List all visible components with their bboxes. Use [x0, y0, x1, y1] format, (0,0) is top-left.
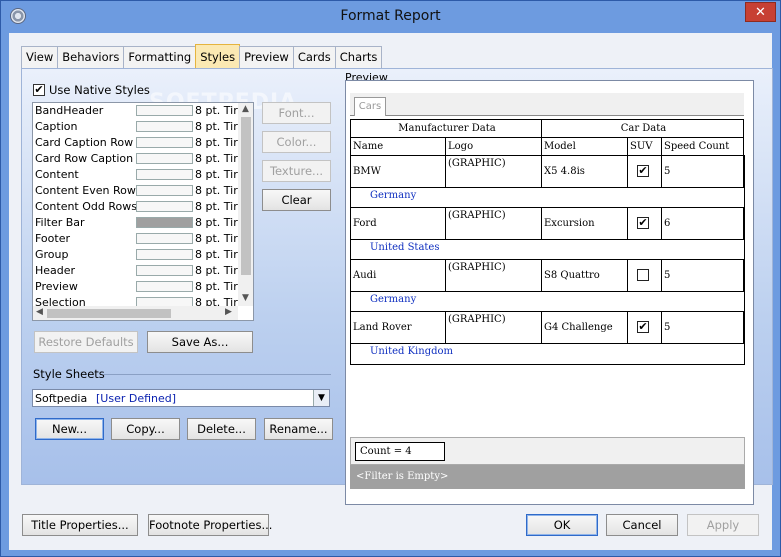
style-swatch	[136, 201, 193, 212]
list-item[interactable]: Card Caption Row 8 pt. Tir	[33, 135, 238, 151]
tab-behaviors[interactable]: Behaviors	[57, 46, 125, 68]
footnote-properties-button[interactable]: Footnote Properties...	[148, 514, 272, 536]
format-report-window: Format Report ✕ View Behaviors Formattin…	[0, 0, 781, 557]
tab-preview[interactable]: Preview	[239, 46, 294, 68]
suv-checkbox[interactable]	[637, 269, 649, 281]
style-swatch	[136, 137, 193, 148]
band-header-manufacturer: Manufacturer Data	[350, 119, 542, 138]
restore-defaults-button[interactable]: Restore Defaults	[34, 331, 138, 353]
style-swatch	[136, 249, 193, 260]
vertical-scrollbar[interactable]: ▲ ▼	[238, 103, 253, 306]
styles-list[interactable]: BandHeader 8 pt. Tir Caption 8 pt. Tir Car…	[32, 102, 254, 321]
band-header-car: Car Data	[541, 119, 744, 138]
scroll-left-icon[interactable]: ◀	[36, 307, 43, 317]
group-country: United Kingdom	[370, 346, 453, 357]
clear-button[interactable]: Clear	[262, 189, 331, 211]
count-summary: Count = 4	[355, 442, 445, 461]
apply-button[interactable]: Apply	[687, 514, 759, 536]
style-swatch	[136, 153, 193, 164]
title-properties-button[interactable]: Title Properties...	[22, 514, 138, 536]
list-item[interactable]: Footer 8 pt. Tir	[33, 231, 238, 247]
use-native-styles-checkbox[interactable]: ✔	[33, 84, 45, 96]
texture-button[interactable]: Texture...	[262, 160, 331, 182]
tab-cards[interactable]: Cards	[292, 46, 336, 68]
preview-grid: Manufacturer Data Car Data Name Logo Mod…	[350, 119, 745, 437]
column-header-name: Name	[350, 137, 446, 156]
tab-charts[interactable]: Charts	[334, 46, 383, 68]
save-as-button[interactable]: Save As...	[147, 331, 253, 353]
style-sheet-name: Softpedia	[35, 392, 88, 405]
list-item[interactable]: Caption 8 pt. Tir	[33, 119, 238, 135]
copy-button[interactable]: Copy...	[111, 418, 180, 440]
chevron-down-icon[interactable]: ▼	[313, 390, 329, 406]
grid-bottom-border	[350, 364, 745, 365]
suv-checkbox[interactable]: ✔	[637, 321, 649, 333]
tab-formatting[interactable]: Formatting	[123, 46, 197, 68]
style-sheets-label: Style Sheets	[33, 367, 105, 381]
style-swatch	[136, 233, 193, 244]
filter-bar[interactable]: <Filter is Empty>	[350, 465, 745, 489]
styles-tab-panel: SOFTPEDIA ✔ Use Native Styles BandHeader…	[21, 68, 773, 505]
column-header-logo: Logo	[445, 137, 542, 156]
style-sheet-select[interactable]: Softpedia [User Defined] ▼	[32, 389, 330, 407]
vertical-scroll-thumb[interactable]	[241, 117, 251, 275]
style-swatch	[136, 121, 193, 132]
scroll-down-icon[interactable]: ▼	[242, 293, 249, 303]
style-sheets-divider	[103, 374, 331, 375]
use-native-styles-label: Use Native Styles	[49, 83, 150, 97]
column-header-suv: SUV	[627, 137, 662, 156]
preview-footer: Count = 4	[350, 437, 745, 465]
horizontal-scrollbar[interactable]: ◀ ▶	[33, 306, 238, 320]
style-swatch	[136, 265, 193, 276]
list-item[interactable]: Card Row Caption 8 pt. Tir	[33, 151, 238, 167]
tab-bar: View Behaviors Formatting Styles Preview…	[21, 44, 383, 68]
suv-checkbox[interactable]: ✔	[637, 165, 649, 177]
list-item[interactable]: BandHeader 8 pt. Tir	[33, 103, 238, 119]
suv-checkbox[interactable]: ✔	[637, 217, 649, 229]
window-title: Format Report	[340, 8, 441, 24]
font-button[interactable]: Font...	[262, 102, 331, 124]
preview-tab-strip: Cars	[350, 93, 744, 116]
column-header-speed: Speed Count	[661, 137, 744, 156]
style-swatch	[136, 105, 193, 116]
style-swatch	[136, 217, 193, 228]
list-item[interactable]: Filter Bar 8 pt. Tir	[33, 215, 238, 231]
tab-styles[interactable]: Styles	[195, 44, 241, 68]
list-item[interactable]: Header 8 pt. Tir	[33, 263, 238, 279]
close-button[interactable]: ✕	[745, 2, 776, 22]
column-header-model: Model	[541, 137, 628, 156]
style-swatch	[136, 169, 193, 180]
group-country: Germany	[370, 190, 417, 201]
new-button[interactable]: New...	[35, 418, 104, 440]
list-item[interactable]: Content Even Rows 8 pt. Tir	[33, 183, 238, 199]
group-country: United States	[370, 242, 440, 253]
style-swatch	[136, 185, 193, 196]
list-item[interactable]: Content Odd Rows 8 pt. Tir	[33, 199, 238, 215]
style-sheet-type: [User Defined]	[96, 392, 177, 405]
cancel-button[interactable]: Cancel	[606, 514, 678, 536]
rename-button[interactable]: Rename...	[264, 418, 333, 440]
style-swatch	[136, 281, 193, 292]
scroll-up-icon[interactable]: ▲	[242, 104, 249, 114]
report-preview: Cars Manufacturer Data Car Data Name Log…	[345, 80, 754, 505]
list-item[interactable]: Group 8 pt. Tir	[33, 247, 238, 263]
list-item[interactable]: Content 8 pt. Tir	[33, 167, 238, 183]
list-item[interactable]: Preview 8 pt. Tir	[33, 279, 238, 295]
color-button[interactable]: Color...	[262, 131, 331, 153]
grid-right-border	[744, 155, 745, 365]
horizontal-scroll-thumb[interactable]	[47, 309, 171, 318]
dialog-client: View Behaviors Formatting Styles Preview…	[9, 33, 773, 550]
ok-button[interactable]: OK	[526, 514, 598, 536]
group-country: Germany	[370, 294, 417, 305]
title-bar[interactable]: Format Report ✕	[1, 1, 780, 33]
scroll-right-icon[interactable]: ▶	[225, 307, 232, 317]
preview-tab-cars[interactable]: Cars	[354, 97, 386, 116]
tab-view[interactable]: View	[21, 46, 59, 68]
grid-left-border	[350, 155, 351, 365]
delete-button[interactable]: Delete...	[187, 418, 256, 440]
